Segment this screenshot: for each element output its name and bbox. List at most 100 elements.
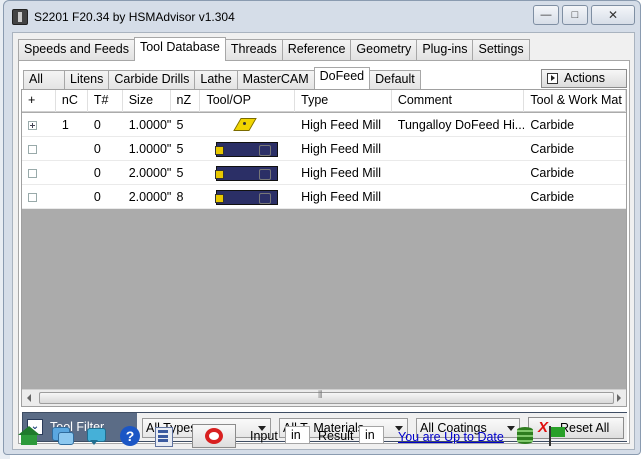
nz-cell: 5 bbox=[176, 142, 184, 156]
minimize-button[interactable]: — bbox=[533, 5, 559, 25]
nz-cell: 8 bbox=[176, 190, 184, 204]
forum-icon[interactable] bbox=[52, 426, 74, 446]
table-row[interactable]: 0 2.0000" 5 High Feed Mill Carbide bbox=[22, 161, 626, 185]
col-header-expand[interactable]: + bbox=[22, 90, 56, 112]
actions-button[interactable]: Actions bbox=[541, 69, 627, 88]
subtab-carbide-drills[interactable]: Carbide Drills bbox=[108, 70, 196, 89]
expand-cell bbox=[22, 185, 56, 209]
tool-number-cell: 0 bbox=[93, 142, 101, 156]
tab-threads[interactable]: Threads bbox=[224, 39, 283, 60]
material-cell: Carbide bbox=[530, 118, 575, 132]
nz-cell: 5 bbox=[176, 118, 184, 132]
size-cell: 2.0000" bbox=[128, 166, 171, 180]
empty-box-icon[interactable] bbox=[28, 145, 37, 154]
tool-grid[interactable]: + nC T# Size nZ Tool/OP Type Comment Too… bbox=[21, 89, 627, 407]
empty-box-icon[interactable] bbox=[28, 169, 37, 178]
table-row[interactable]: 0 2.0000" 8 High Feed Mill Carbide bbox=[22, 185, 626, 209]
result-unit-label: Result bbox=[318, 429, 354, 443]
col-header-tool-op[interactable]: Tool/OP bbox=[200, 90, 296, 112]
green-flag-icon[interactable] bbox=[548, 426, 570, 446]
title-bar[interactable]: S2201 F20.34 by HSMAdvisor v1.304 — □ ✕ bbox=[4, 1, 640, 33]
subtab-dofeed[interactable]: DoFeed bbox=[313, 67, 371, 89]
tool-number-cell: 0 bbox=[93, 190, 101, 204]
app-icon bbox=[12, 9, 28, 25]
col-header-size[interactable]: Size bbox=[123, 90, 171, 112]
material-cell: Carbide bbox=[530, 166, 575, 180]
table-row[interactable]: 1 0 1.0000" 5 High Feed Mill Tungalloy D… bbox=[22, 113, 626, 137]
type-cell: High Feed Mill bbox=[301, 118, 382, 132]
subtab-default[interactable]: Default bbox=[369, 70, 421, 89]
actions-label: Actions bbox=[564, 71, 605, 85]
tab-speeds-and-feeds[interactable]: Speeds and Feeds bbox=[18, 39, 135, 60]
main-window: S2201 F20.34 by HSMAdvisor v1.304 — □ ✕ … bbox=[3, 0, 641, 455]
help-icon[interactable]: ? bbox=[120, 426, 140, 446]
comment-cell bbox=[392, 185, 525, 209]
expand-cell bbox=[22, 137, 56, 161]
support-button[interactable] bbox=[192, 424, 236, 448]
subtab-all[interactable]: All bbox=[23, 70, 65, 89]
mill-icon bbox=[215, 190, 279, 205]
tab-reference[interactable]: Reference bbox=[281, 39, 352, 60]
material-cell: Carbide bbox=[530, 190, 575, 204]
tool-number-cell: 0 bbox=[93, 118, 101, 132]
maximize-button[interactable]: □ bbox=[562, 5, 588, 25]
result-unit-field[interactable]: in bbox=[359, 426, 384, 444]
close-button[interactable]: ✕ bbox=[591, 5, 635, 25]
grid-header: + nC T# Size nZ Tool/OP Type Comment Too… bbox=[22, 90, 626, 112]
scroll-right-icon[interactable] bbox=[617, 394, 621, 402]
comment-cell: Tungalloy DoFeed Hi... bbox=[397, 118, 525, 132]
col-header-nz[interactable]: nZ bbox=[171, 90, 201, 112]
main-tab-row: Speeds and Feeds Tool Database Threads R… bbox=[18, 37, 530, 61]
subtab-lathe[interactable]: Lathe bbox=[194, 70, 238, 89]
message-icon[interactable] bbox=[86, 426, 108, 446]
update-status-link[interactable]: You are Up to Date bbox=[398, 430, 504, 444]
tool-number-cell: 0 bbox=[93, 166, 101, 180]
expand-cell bbox=[22, 161, 56, 185]
tab-geometry[interactable]: Geometry bbox=[350, 39, 418, 60]
tab-plug-ins[interactable]: Plug-ins bbox=[416, 39, 474, 60]
tool-database-panel: All Litens Carbide Drills Lathe MasterCA… bbox=[18, 60, 630, 444]
nc-cell bbox=[56, 161, 88, 185]
scrollbar-thumb[interactable] bbox=[39, 390, 614, 404]
empty-box-icon[interactable] bbox=[28, 193, 37, 202]
subtab-mastercam[interactable]: MasterCAM bbox=[236, 70, 315, 89]
comment-cell bbox=[392, 161, 525, 185]
input-unit-field[interactable]: in bbox=[285, 426, 310, 444]
col-header-tool-number[interactable]: T# bbox=[88, 90, 123, 112]
type-cell: High Feed Mill bbox=[301, 142, 382, 156]
nc-cell: 1 bbox=[61, 118, 69, 132]
bottom-toolbar: ? Input in Result in You are Up to Date bbox=[12, 422, 635, 450]
scroll-left-icon[interactable] bbox=[27, 394, 31, 402]
nz-cell: 5 bbox=[176, 166, 184, 180]
window-title: S2201 F20.34 by HSMAdvisor v1.304 bbox=[34, 10, 235, 24]
size-cell: 1.0000" bbox=[128, 142, 171, 156]
tab-settings[interactable]: Settings bbox=[472, 39, 530, 60]
col-header-type[interactable]: Type bbox=[295, 90, 392, 112]
database-icon[interactable] bbox=[515, 426, 537, 446]
comment-cell bbox=[392, 137, 525, 161]
material-cell: Carbide bbox=[530, 142, 575, 156]
col-header-nc[interactable]: nC bbox=[56, 90, 88, 112]
calculator-icon[interactable] bbox=[154, 426, 176, 447]
tool-op-cell bbox=[200, 161, 295, 185]
insert-icon bbox=[234, 118, 256, 131]
input-unit-label: Input bbox=[250, 429, 278, 443]
tool-op-cell bbox=[200, 137, 295, 161]
tool-op-cell bbox=[200, 185, 295, 209]
mill-icon bbox=[215, 166, 279, 181]
subtab-litens[interactable]: Litens bbox=[64, 70, 110, 89]
horizontal-scrollbar[interactable] bbox=[22, 389, 626, 406]
size-cell: 2.0000" bbox=[128, 190, 171, 204]
col-header-comment[interactable]: Comment bbox=[392, 90, 525, 112]
actions-icon bbox=[547, 73, 558, 84]
tab-tool-database[interactable]: Tool Database bbox=[133, 37, 226, 61]
lifebuoy-icon bbox=[205, 428, 223, 444]
grid-empty-area bbox=[22, 209, 626, 389]
library-tab-row: All Litens Carbide Drills Lathe MasterCA… bbox=[23, 67, 421, 89]
plus-box-icon[interactable] bbox=[28, 121, 37, 130]
expand-cell bbox=[22, 113, 56, 137]
table-row[interactable]: 0 1.0000" 5 High Feed Mill Carbide bbox=[22, 137, 626, 161]
type-cell: High Feed Mill bbox=[301, 190, 382, 204]
col-header-material[interactable]: Tool & Work Mat bbox=[524, 90, 626, 112]
home-icon[interactable] bbox=[18, 426, 40, 446]
